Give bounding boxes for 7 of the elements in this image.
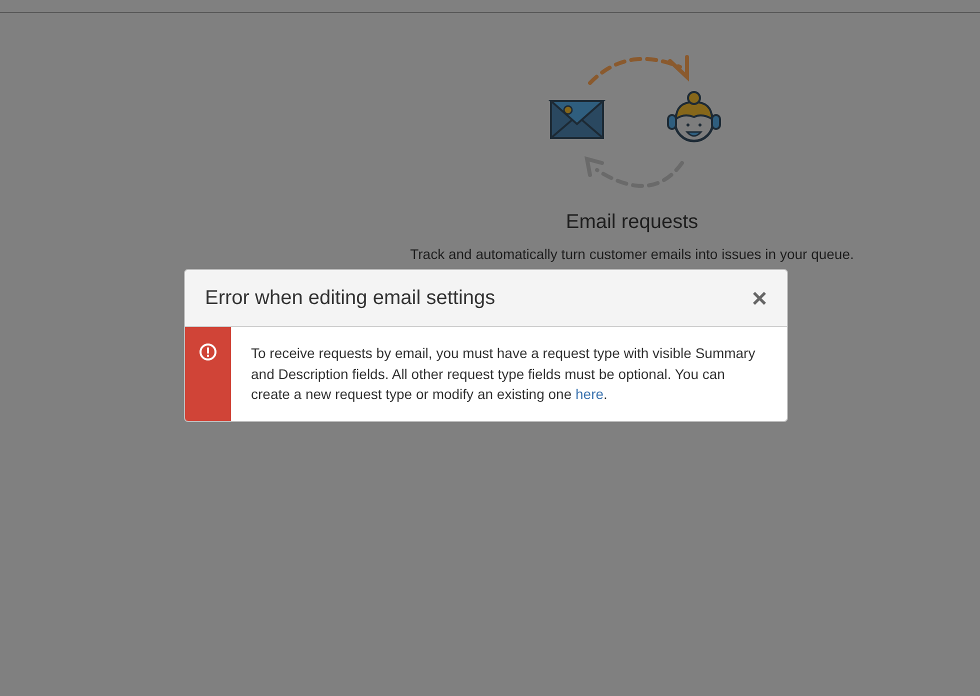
section-description: Track and automatically turn customer emails into issues in your queue.: [410, 246, 854, 262]
error-icon: [199, 343, 217, 361]
here-link[interactable]: here: [576, 386, 604, 402]
section-title: Email requests: [566, 211, 698, 234]
dialog-title: Error when editing email settings: [205, 286, 496, 310]
close-button[interactable]: ×: [752, 285, 767, 311]
error-message: To receive requests by email, you must have a request type with visible Summary and Description fields. All other request type fields must be optional. You can create a new request type or modify an existing one here.: [250, 344, 756, 404]
